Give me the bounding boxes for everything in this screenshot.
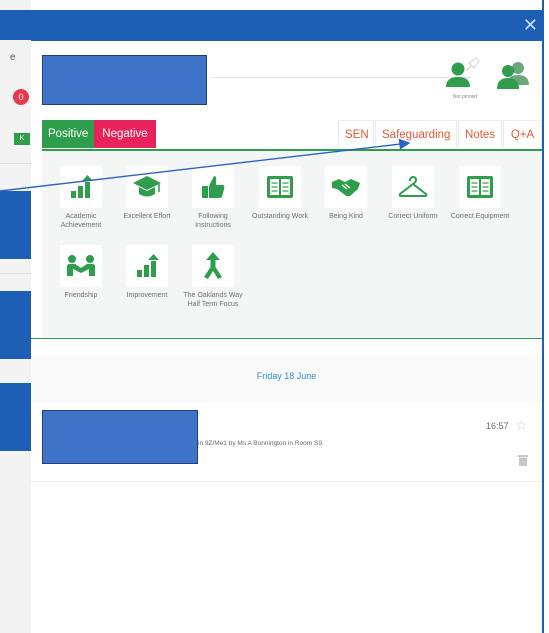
- graduation-cap-icon: [126, 166, 168, 208]
- status-badge: K: [14, 133, 30, 145]
- behaviour-excellent-effort[interactable]: Excellent Effort: [116, 166, 178, 221]
- tab-negative[interactable]: Negative: [94, 120, 156, 148]
- behaviour-panel: ✕ Not pinned Positive Negative SEN Safeg…: [31, 10, 542, 633]
- date-heading: Friday 18 June: [256, 371, 317, 381]
- handshake-icon: [325, 166, 367, 208]
- tab-bar: Positive Negative SEN Safeguarding Notes…: [42, 120, 542, 148]
- bar-chart-up-icon: [126, 245, 168, 287]
- event-list-item[interactable]: in 9Z/Me1 by Ms A Bonnington in Room S9.…: [31, 406, 542, 482]
- behaviour-label: Improvement: [126, 292, 168, 299]
- behaviour-label: Friendship: [64, 292, 98, 299]
- section-divider: [31, 338, 542, 339]
- notification-badge: 0: [13, 89, 29, 105]
- split-arrow-icon: [192, 245, 234, 287]
- behaviour-label: Being Kind: [329, 213, 363, 220]
- behaviour-being-kind[interactable]: Being Kind: [315, 166, 377, 221]
- tab-positive[interactable]: Positive: [42, 120, 94, 148]
- background-header: [0, 10, 31, 40]
- student-name-redacted: [42, 55, 207, 105]
- divider: [211, 77, 471, 78]
- thumbs-up-icon: [192, 166, 234, 208]
- behaviour-oaklands-way[interactable]: The Oaklands Way Half Term Focus: [182, 245, 244, 309]
- event-time: 16:57: [486, 421, 509, 431]
- panel-header: ✕: [31, 10, 542, 41]
- pin-toggle[interactable]: Not pinned: [442, 57, 488, 107]
- behaviour-friendship[interactable]: Friendship: [50, 245, 112, 300]
- star-icon[interactable]: ☆: [515, 417, 528, 434]
- divider: [0, 163, 31, 164]
- divider: [0, 273, 31, 274]
- open-book-icon: [259, 166, 301, 208]
- behaviour-outstanding-work[interactable]: Outstanding Work: [249, 166, 311, 221]
- behaviour-improvement[interactable]: Improvement: [116, 245, 178, 300]
- open-book-icon: [459, 166, 501, 208]
- pin-status-label: Not pinned: [452, 94, 478, 100]
- behaviour-label: The Oaklands Way Half Term Focus: [183, 292, 243, 308]
- behaviour-following-instructions[interactable]: Following Instructions: [182, 166, 244, 230]
- tab-qa[interactable]: Q+A: [503, 120, 542, 148]
- background-text: e: [10, 52, 16, 63]
- behaviour-grid: Academic Achievement Excellent Effort Fo…: [42, 151, 542, 338]
- friends-icon: [60, 245, 102, 287]
- behaviour-label: Excellent Effort: [123, 213, 171, 220]
- behaviour-label: Outstanding Work: [252, 213, 308, 220]
- behaviour-label: Following Instructions: [195, 213, 231, 229]
- hanger-icon: [392, 166, 434, 208]
- date-header: Friday 18 June: [31, 356, 542, 403]
- event-description: in 9Z/Me1 by Ms A Bonnington in Room S9.: [198, 440, 324, 447]
- close-icon[interactable]: ✕: [523, 13, 538, 37]
- bar-chart-up-icon: [60, 166, 102, 208]
- behaviour-correct-equipment[interactable]: Correct Equipment: [449, 166, 511, 221]
- tab-notes[interactable]: Notes: [458, 120, 502, 148]
- tab-safeguarding[interactable]: Safeguarding: [375, 120, 457, 148]
- background-block: [0, 383, 31, 451]
- background-page: e 0 K: [0, 0, 31, 633]
- panel-edge: [542, 0, 544, 633]
- behaviour-correct-uniform[interactable]: Correct Uniform: [382, 166, 444, 221]
- behaviour-label: Academic Achievement: [60, 213, 102, 229]
- behaviour-label: Correct Equipment: [450, 213, 510, 220]
- behaviour-academic-achievement[interactable]: Academic Achievement: [50, 166, 112, 230]
- group-icon[interactable]: [493, 59, 535, 91]
- event-title-redacted: [42, 410, 198, 464]
- person-pin-icon: [446, 57, 480, 87]
- trash-icon[interactable]: [518, 454, 528, 466]
- background-block: [0, 291, 31, 359]
- background-block: [0, 191, 31, 259]
- tab-sen[interactable]: SEN: [338, 120, 374, 148]
- behaviour-label: Correct Uniform: [388, 213, 438, 220]
